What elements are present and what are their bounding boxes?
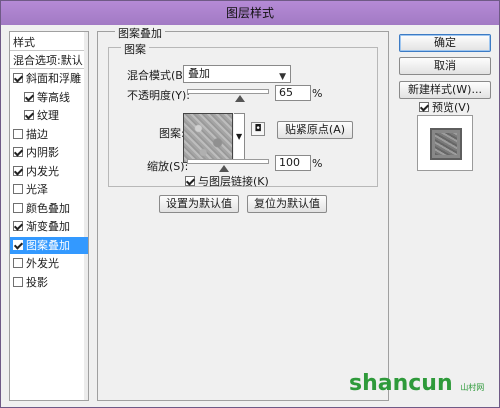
preview-toggle[interactable]: 预览(V) bbox=[419, 99, 470, 115]
scale-input[interactable]: 100 bbox=[275, 155, 311, 171]
style-checkbox[interactable] bbox=[24, 91, 34, 102]
style-preview bbox=[417, 115, 473, 171]
style-item-label: 内发光 bbox=[26, 164, 59, 178]
new-preset-icon[interactable]: ◘ bbox=[251, 122, 265, 136]
styles-list: 样式 混合选项:默认 斜面和浮雕等高线纹理描边内阴影内发光光泽颜色叠加渐变叠加图… bbox=[9, 31, 89, 401]
style-item[interactable]: 内发光 bbox=[10, 163, 88, 180]
set-default-button[interactable]: 设置为默认值 bbox=[159, 195, 239, 213]
pattern-picker-button[interactable]: ▼ bbox=[234, 113, 245, 163]
reset-default-button[interactable]: 复位为默认值 bbox=[247, 195, 327, 213]
style-checkbox[interactable] bbox=[13, 165, 23, 176]
preview-checkbox[interactable] bbox=[419, 102, 429, 112]
pattern-swatch[interactable] bbox=[183, 113, 233, 163]
style-checkbox[interactable] bbox=[13, 276, 23, 287]
style-checkbox[interactable] bbox=[24, 110, 34, 120]
style-item-label: 颜色叠加 bbox=[26, 201, 70, 215]
ok-button[interactable]: 确定 bbox=[399, 34, 491, 52]
style-item[interactable]: 斜面和浮雕 bbox=[10, 70, 88, 87]
style-item-label: 纹理 bbox=[37, 109, 59, 122]
opacity-input[interactable]: 65 bbox=[275, 85, 311, 101]
preview-label: 预览(V) bbox=[432, 101, 471, 114]
style-checkbox[interactable] bbox=[13, 221, 23, 231]
blend-options-item[interactable]: 混合选项:默认 bbox=[10, 52, 88, 69]
scale-slider-track[interactable] bbox=[187, 159, 269, 164]
style-item-label: 描边 bbox=[26, 127, 48, 141]
preview-thumbnail bbox=[430, 128, 462, 160]
blend-mode-label: 混合模式(B): bbox=[127, 69, 191, 82]
opacity-slider-thumb[interactable] bbox=[235, 95, 246, 102]
link-with-layer[interactable]: 与图层链接(K) bbox=[185, 173, 269, 189]
scale-percent: % bbox=[312, 157, 323, 170]
scale-slider-thumb[interactable] bbox=[218, 165, 229, 172]
style-item[interactable]: 颜色叠加 bbox=[10, 200, 88, 217]
style-item[interactable]: 渐变叠加 bbox=[10, 218, 88, 235]
chevron-down-icon: ▼ bbox=[236, 132, 243, 141]
scale-label: 缩放(S): bbox=[147, 160, 189, 173]
link-layer-label: 与图层链接(K) bbox=[198, 175, 269, 188]
style-item[interactable]: 纹理 bbox=[10, 107, 88, 124]
opacity-percent: % bbox=[312, 87, 323, 100]
style-item-label: 渐变叠加 bbox=[26, 220, 70, 233]
style-item[interactable]: 内阴影 bbox=[10, 144, 88, 161]
style-item-label: 图案叠加 bbox=[26, 238, 70, 252]
style-checkbox[interactable] bbox=[13, 73, 23, 83]
style-item[interactable]: 图案叠加 bbox=[10, 236, 88, 254]
layer-style-dialog: 图层样式 样式 混合选项:默认 斜面和浮雕等高线纹理描边内阴影内发光光泽颜色叠加… bbox=[0, 0, 500, 408]
style-checkbox[interactable] bbox=[13, 147, 23, 157]
blend-mode-value: 叠加 bbox=[188, 67, 210, 80]
blend-mode-select[interactable]: 叠加 ▼ bbox=[183, 65, 291, 83]
window-title: 图层样式 bbox=[1, 1, 499, 25]
cancel-button[interactable]: 取消 bbox=[399, 57, 491, 75]
style-item-label: 内阴影 bbox=[26, 146, 59, 159]
style-checkbox[interactable] bbox=[13, 239, 23, 250]
new-style-button[interactable]: 新建样式(W)... bbox=[399, 81, 491, 99]
style-checkbox[interactable] bbox=[13, 258, 23, 268]
style-item[interactable]: 等高线 bbox=[10, 89, 88, 106]
watermark-logo: shancun 山村网 bbox=[349, 371, 484, 396]
pattern-label: 图案: bbox=[159, 127, 185, 140]
section-title: 图案叠加 bbox=[115, 25, 165, 41]
group-title: 图案 bbox=[121, 41, 149, 57]
watermark-text: shancun bbox=[349, 371, 453, 396]
opacity-slider-track[interactable] bbox=[187, 89, 269, 94]
opacity-label: 不透明度(Y): bbox=[127, 89, 191, 102]
link-layer-checkbox[interactable] bbox=[185, 176, 195, 186]
chevron-down-icon: ▼ bbox=[279, 72, 286, 82]
snap-origin-button[interactable]: 贴紧原点(A) bbox=[277, 121, 353, 139]
style-item[interactable]: 外发光 bbox=[10, 255, 88, 272]
watermark-subtext: 山村网 bbox=[460, 383, 485, 392]
style-checkbox[interactable] bbox=[13, 202, 23, 213]
style-item-label: 等高线 bbox=[37, 90, 70, 104]
style-item-label: 投影 bbox=[26, 275, 48, 289]
style-item-label: 外发光 bbox=[26, 257, 59, 270]
style-item-label: 斜面和浮雕 bbox=[26, 72, 81, 85]
style-checkbox[interactable] bbox=[13, 128, 23, 139]
styles-header[interactable]: 样式 bbox=[10, 34, 88, 51]
style-item-label: 光泽 bbox=[26, 183, 48, 196]
style-item[interactable]: 投影 bbox=[10, 274, 88, 291]
style-item[interactable]: 描边 bbox=[10, 126, 88, 143]
style-item[interactable]: 光泽 bbox=[10, 181, 88, 198]
style-checkbox[interactable] bbox=[13, 184, 23, 194]
